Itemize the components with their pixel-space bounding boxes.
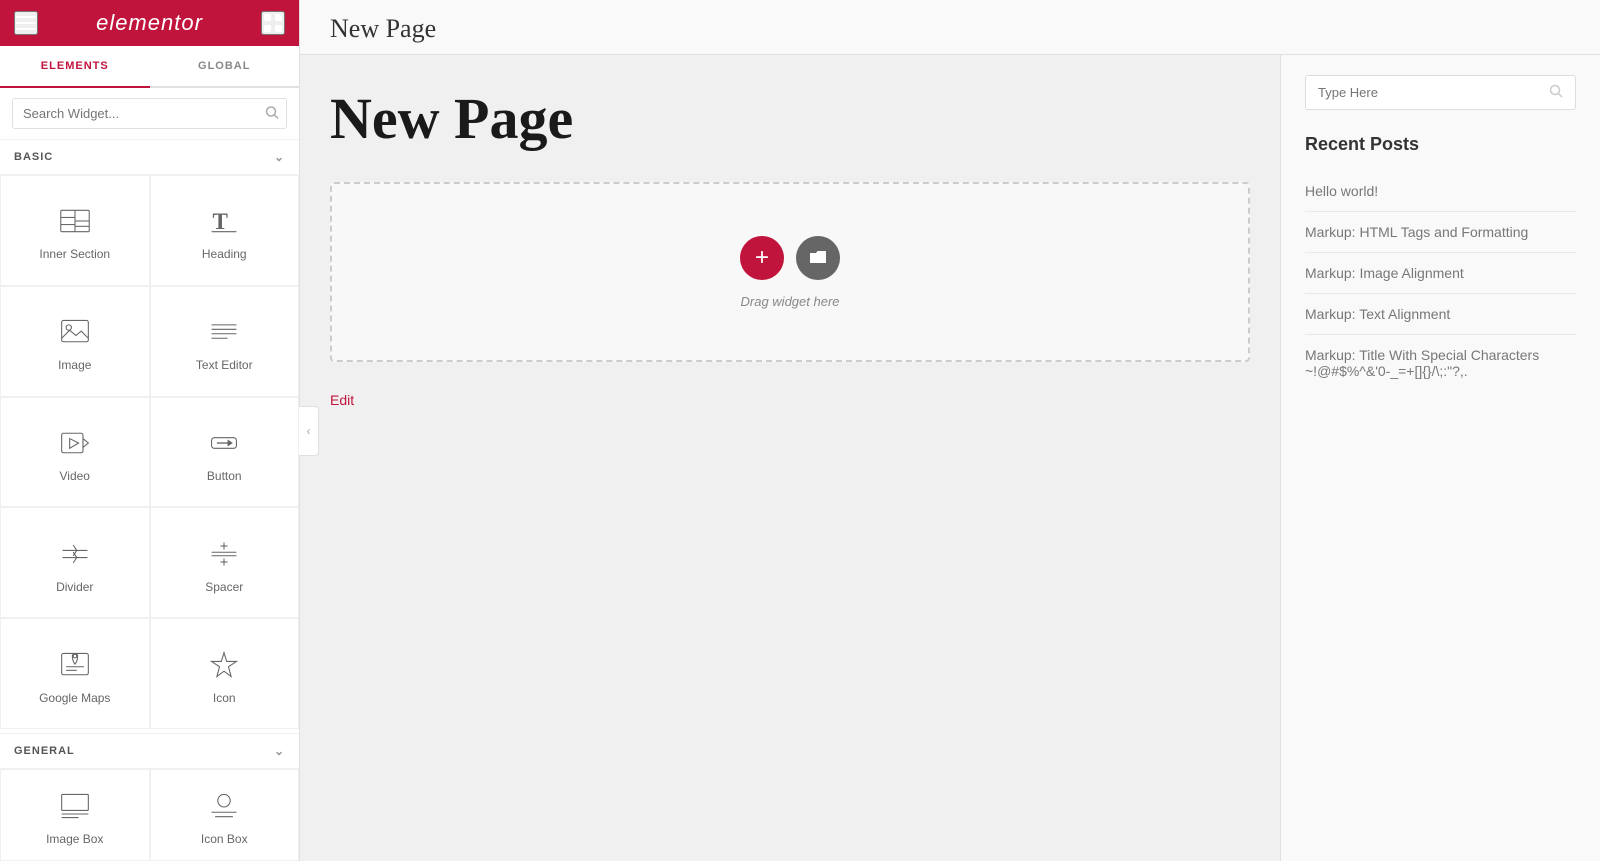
drop-zone[interactable]: + Drag widget here — [330, 182, 1250, 362]
post-link-5[interactable]: Markup: Title With Special Characters ~!… — [1305, 335, 1576, 391]
widget-image-label: Image — [58, 358, 91, 372]
image-box-icon — [57, 788, 93, 824]
post-link-2[interactable]: Markup: HTML Tags and Formatting — [1305, 212, 1576, 253]
divider-icon — [57, 536, 93, 572]
page-title-large: New Page — [330, 85, 1250, 152]
collapse-handle[interactable]: ‹ — [299, 406, 319, 456]
widget-grid-general: Image Box Icon Box — [0, 769, 299, 861]
spacer-icon — [206, 536, 242, 572]
icon-widget-icon — [206, 647, 242, 683]
video-icon — [57, 425, 93, 461]
canvas-header: New Page — [300, 0, 1600, 55]
widget-divider-label: Divider — [56, 580, 93, 594]
main-canvas: New Page New Page + Drag widget here Edi… — [300, 0, 1600, 861]
post-link-4[interactable]: Markup: Text Alignment — [1305, 294, 1576, 335]
search-input[interactable] — [12, 98, 287, 129]
widget-icon[interactable]: Icon — [150, 618, 300, 729]
text-editor-icon — [206, 314, 242, 350]
svg-text:T: T — [213, 208, 229, 234]
widget-button[interactable]: Button — [150, 397, 300, 508]
widget-image[interactable]: Image — [0, 286, 150, 397]
menu-icon[interactable] — [14, 11, 38, 35]
post-link-3[interactable]: Markup: Image Alignment — [1305, 253, 1576, 294]
widget-heading[interactable]: T Heading — [150, 175, 300, 286]
widget-heading-label: Heading — [202, 247, 247, 261]
button-icon — [206, 425, 242, 461]
widget-image-box-label: Image Box — [46, 832, 103, 846]
elementor-logo: elementor — [96, 10, 203, 36]
right-sidebar: Recent Posts Hello world! Markup: HTML T… — [1280, 55, 1600, 861]
add-widget-button[interactable]: + — [740, 236, 784, 280]
widget-google-maps-label: Google Maps — [39, 691, 110, 705]
section-basic-label: BASIC — [14, 151, 53, 163]
section-basic-header[interactable]: BASIC ⌄ — [0, 140, 299, 175]
section-general-label: GENERAL — [14, 745, 75, 757]
sidebar-header: elementor — [0, 0, 299, 46]
section-general-header[interactable]: GENERAL ⌄ — [0, 733, 299, 769]
widget-icon-label: Icon — [213, 691, 236, 705]
post-link-1[interactable]: Hello world! — [1305, 171, 1576, 212]
recent-posts-section: Recent Posts Hello world! Markup: HTML T… — [1305, 134, 1576, 391]
widget-grid-basic: Inner Section T Heading Image — [0, 175, 299, 729]
widget-spacer[interactable]: Spacer — [150, 507, 300, 618]
right-search-icon — [1549, 84, 1563, 101]
chevron-down-icon: ⌄ — [274, 150, 285, 164]
widget-inner-section-label: Inner Section — [39, 247, 110, 261]
grid-icon[interactable] — [261, 11, 285, 35]
drop-zone-buttons: + — [740, 236, 840, 280]
search-icon[interactable] — [265, 105, 279, 122]
sidebar: elementor ELEMENTS GLOBAL B — [0, 0, 300, 861]
tab-global[interactable]: GLOBAL — [150, 46, 300, 88]
widget-video-label: Video — [60, 469, 90, 483]
widget-spacer-label: Spacer — [205, 580, 243, 594]
widget-icon-box-label: Icon Box — [201, 832, 248, 846]
heading-icon: T — [206, 203, 242, 239]
widget-inner-section[interactable]: Inner Section — [0, 175, 150, 286]
widget-text-editor-label: Text Editor — [196, 358, 253, 372]
google-maps-icon — [57, 647, 93, 683]
widget-image-box[interactable]: Image Box — [0, 769, 150, 861]
image-icon — [57, 314, 93, 350]
page-content: New Page + Drag widget here Edit — [300, 55, 1280, 861]
edit-link[interactable]: Edit — [330, 392, 1250, 408]
page-title-top: New Page — [330, 14, 436, 44]
widget-google-maps[interactable]: Google Maps — [0, 618, 150, 729]
inner-section-icon — [57, 203, 93, 239]
icon-box-icon — [206, 788, 242, 824]
sidebar-tabs: ELEMENTS GLOBAL — [0, 46, 299, 88]
chevron-down-general-icon: ⌄ — [274, 744, 285, 758]
drag-hint: Drag widget here — [741, 294, 840, 309]
canvas-body: New Page + Drag widget here Edit — [300, 55, 1600, 861]
tab-elements[interactable]: ELEMENTS — [0, 46, 150, 88]
widget-button-label: Button — [207, 469, 242, 483]
search-area — [0, 88, 299, 140]
recent-posts-title: Recent Posts — [1305, 134, 1576, 155]
widget-text-editor[interactable]: Text Editor — [150, 286, 300, 397]
widget-video[interactable]: Video — [0, 397, 150, 508]
right-search-input[interactable] — [1318, 85, 1549, 100]
widget-icon-box[interactable]: Icon Box — [150, 769, 300, 861]
widget-divider[interactable]: Divider — [0, 507, 150, 618]
template-button[interactable] — [796, 236, 840, 280]
right-search-bar — [1305, 75, 1576, 110]
